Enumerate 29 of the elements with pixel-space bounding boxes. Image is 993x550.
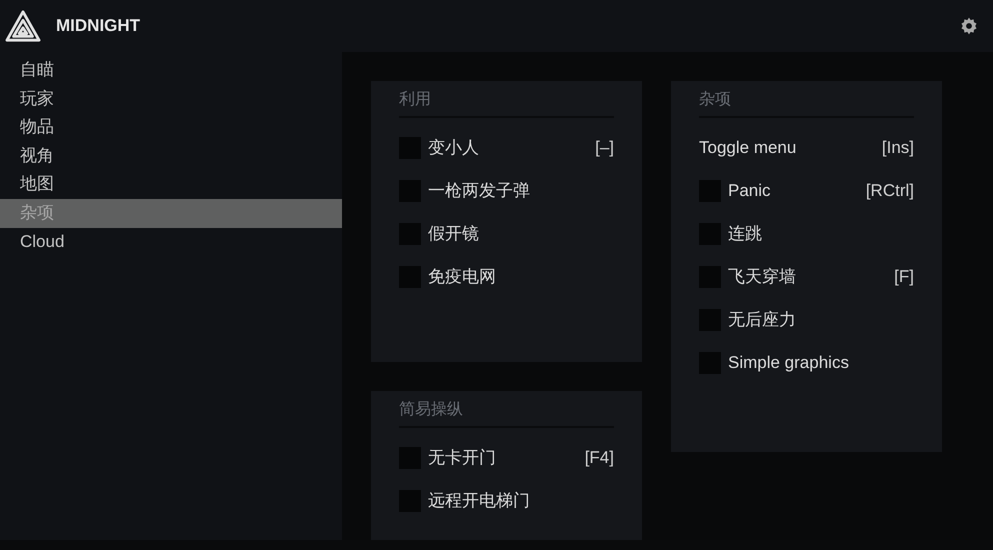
option-label: Panic [728,180,772,200]
option-label: Toggle menu [699,138,798,158]
sidebar-item[interactable]: 地图 [0,170,342,199]
option-label: 免疫电网 [428,266,497,288]
option-label: 无后座力 [728,309,797,331]
option-label: 连跳 [728,223,763,245]
option-label: 无卡开门 [428,447,497,469]
hotkey-button[interactable]: [–] [595,140,614,154]
option-label: 远程开电梯门 [428,490,531,512]
sidebar-item[interactable]: 视角 [0,142,342,170]
sidebar-item[interactable]: 物品 [0,113,342,142]
triangle-logo-icon [4,9,42,43]
option-label: 假开镜 [428,223,480,245]
option-label: 飞天穿墙 [728,266,797,288]
sidebar-item[interactable]: 自瞄 [0,56,342,85]
panel-heading: 简易操纵 [399,399,614,428]
option-label: 一枪两发子弹 [428,180,531,202]
panel-heading: 杂项 [699,89,914,118]
settings-icon[interactable] [959,16,979,36]
option-label: 变小人 [428,137,480,159]
hotkey-button[interactable]: [F] [894,270,914,284]
hotkey-button[interactable]: [F4] [584,450,614,464]
hotkey-button[interactable]: [Ins] [882,140,914,154]
option-label: Simple graphics [728,352,850,372]
hotkey-button[interactable]: [RCtrl] [866,184,914,198]
panel-heading: 利用 [399,89,614,118]
sidebar-item[interactable]: 玩家 [0,84,342,114]
app-title: MIDNIGHT [56,16,140,36]
sidebar-item[interactable]: Cloud [0,228,342,256]
